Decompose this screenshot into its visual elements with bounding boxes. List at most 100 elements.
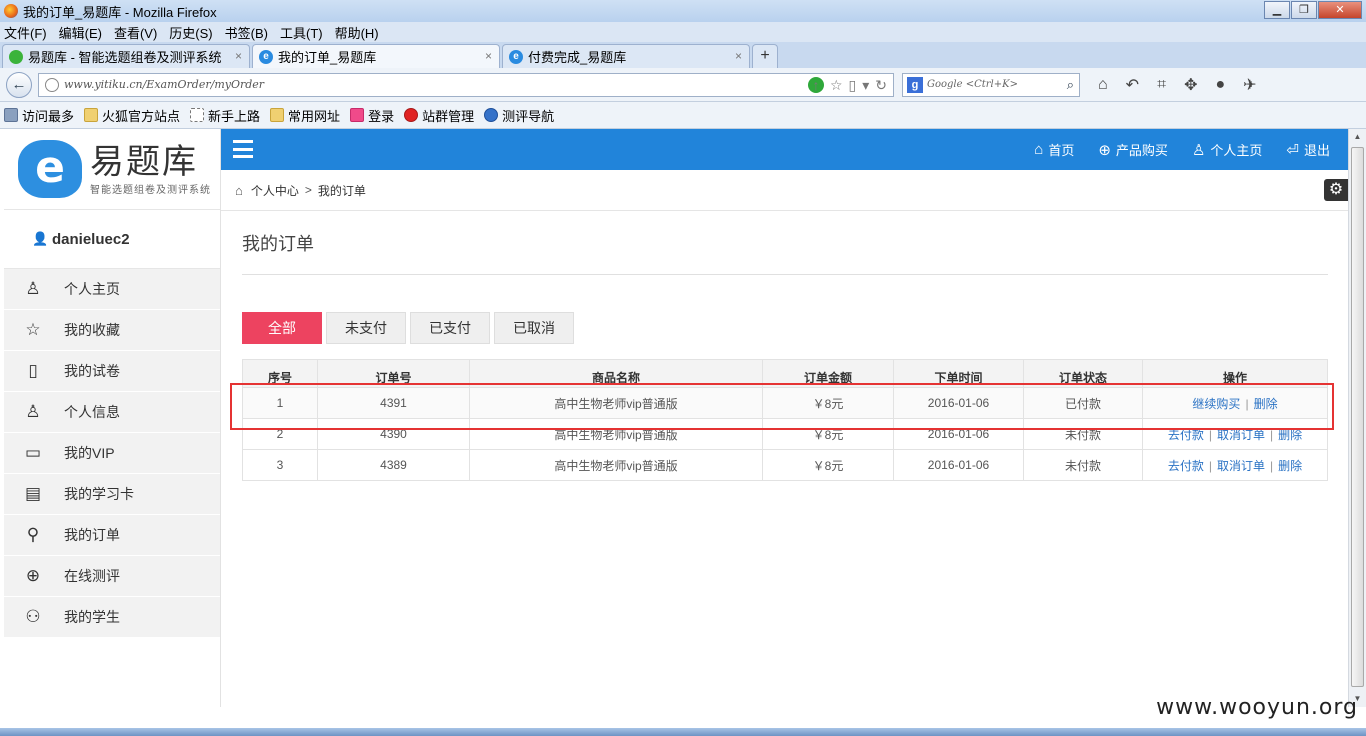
user-info: 👤 danieluec2 (4, 210, 220, 269)
tab-payment-complete[interactable]: e 付费完成_易题库 × (502, 44, 750, 68)
reload-icon[interactable]: ↻ (875, 77, 887, 94)
bookmark-firefox-official[interactable]: 火狐官方站点 (84, 106, 180, 125)
sidebar-menu: ♙ 个人主页 ☆ 我的收藏 ▯ 我的试卷 ♙ 个人信息 ▭ 我的VIP ▤ 我的学习卡 ⚲ 我… (4, 269, 220, 638)
site-logo[interactable]: e 易题库 智能选题组卷及测评系统 (4, 129, 220, 210)
sidebar-item-label: 我的学生 (64, 609, 120, 625)
globe-icon: ⊕ (25, 566, 41, 585)
cell-no: 3 (242, 449, 318, 481)
sidebar-item-orders[interactable]: ⚲ 我的订单 (4, 515, 220, 556)
filter-all[interactable]: 全部 (242, 312, 322, 344)
tab-close-icon[interactable]: × (235, 49, 242, 63)
nav-profile-link[interactable]: ♙ 个人主页 (1192, 140, 1262, 159)
site-top-nav: ⌂ 首页 ⊕ 产品购买 ♙ 个人主页 ⏎ 退出 (221, 129, 1348, 170)
delete-link[interactable]: 删除 (1278, 459, 1302, 473)
bookmarks-toolbar: 访问最多 火狐官方站点 新手上路 常用网址 登录 站群管理 测评导航 (0, 102, 1366, 129)
bookmark-eval-nav[interactable]: 测评导航 (484, 106, 554, 125)
extension-icon[interactable]: ✈ (1243, 75, 1256, 95)
sidebar-item-papers[interactable]: ▯ 我的试卷 (4, 351, 220, 392)
breadcrumb: ⌂ 个人中心 > 我的订单 (221, 170, 1348, 211)
weibo-icon (404, 108, 419, 122)
url-text: www.yitiku.cn/ExamOrder/myOrder (64, 78, 265, 91)
nav-logout-link[interactable]: ⏎ 退出 (1286, 140, 1330, 159)
scroll-up-icon[interactable]: ▲ (1349, 129, 1366, 145)
maximize-button[interactable]: ❐ (1291, 1, 1317, 19)
bookmark-most-visited[interactable]: 访问最多 (4, 106, 74, 125)
sidebar-item-favorites[interactable]: ☆ 我的收藏 (4, 310, 220, 351)
tab-my-orders[interactable]: e 我的订单_易题库 × (252, 44, 500, 68)
back-button[interactable]: ← (6, 71, 32, 98)
filter-unpaid[interactable]: 未支付 (326, 312, 406, 344)
menu-tools[interactable]: 工具(T) (280, 23, 323, 42)
home-icon[interactable]: ⌂ (1098, 76, 1108, 94)
user-icon: ♙ (25, 279, 41, 298)
bookmark-login[interactable]: 登录 (350, 106, 394, 125)
nav-link-label: 个人主页 (1210, 143, 1263, 158)
action-divider: | (1270, 458, 1274, 473)
logo-text: 易题库 智能选题组卷及测评系统 (90, 143, 211, 196)
menu-help[interactable]: 帮助(H) (335, 23, 379, 42)
addon-icon[interactable]: ✥ (1184, 75, 1197, 95)
menu-view[interactable]: 查看(V) (114, 23, 157, 42)
tab-close-icon[interactable]: × (735, 49, 742, 63)
minimize-button[interactable]: ▁ (1264, 1, 1290, 19)
menu-file[interactable]: 文件(F) (4, 23, 47, 42)
tab-label: 付费完成_易题库 (528, 50, 627, 65)
undo-icon[interactable]: ↶ (1126, 75, 1139, 95)
cancel-order-link[interactable]: 取消订单 (1217, 459, 1265, 473)
scrollbar-thumb[interactable] (1351, 147, 1364, 687)
tab-yitiku-home[interactable]: 易题库 - 智能选题组卷及测评系统 × (2, 44, 250, 68)
login-icon (350, 108, 365, 122)
url-bar[interactable]: www.yitiku.cn/ExamOrder/myOrder ↑ ☆ ▯ ▾ … (38, 72, 894, 97)
sidebar-item-online-eval[interactable]: ⊕ 在线测评 (4, 556, 220, 597)
window-controls: ▁ ❐ ✕ (1263, 1, 1362, 19)
table-row: 3 4389 高中生物老师vip普通版 ￥8元 2016-01-06 未付款 去… (242, 449, 1328, 481)
crop-icon[interactable]: ⌗ (1157, 76, 1166, 94)
menu-toggle-icon[interactable] (233, 140, 253, 158)
sidebar-item-homepage[interactable]: ♙ 个人主页 (4, 269, 220, 310)
logo-name: 易题库 (90, 142, 198, 181)
bookmark-site-admin[interactable]: 站群管理 (404, 106, 474, 125)
menu-bookmarks[interactable]: 书签(B) (225, 23, 268, 42)
nav-home-link[interactable]: ⌂ 首页 (1034, 140, 1074, 159)
sidebar-item-study-card[interactable]: ▤ 我的学习卡 (4, 474, 220, 515)
tab-bar: 易题库 - 智能选题组卷及测评系统 × e 我的订单_易题库 × e 付费完成_… (0, 42, 1366, 68)
tab-close-icon[interactable]: × (485, 49, 492, 63)
page-scrollbar[interactable]: ▲ ▼ (1348, 129, 1366, 707)
mobile-icon[interactable]: ▯ (849, 77, 857, 94)
nav-link-label: 产品购买 (1115, 143, 1168, 158)
order-filter-tabs: 全部 未支付 已支付 已取消 (242, 312, 1328, 344)
sidebar-item-students[interactable]: ⚇ 我的学生 (4, 597, 220, 638)
dropdown-icon[interactable]: ▾ (862, 77, 869, 94)
settings-gear-icon[interactable]: ⚙ (1324, 179, 1348, 201)
search-bar[interactable]: g Google <Ctrl+K> ⌕ (902, 72, 1080, 97)
filter-cancelled[interactable]: 已取消 (494, 312, 574, 344)
sidebar-item-profile[interactable]: ♙ 个人信息 (4, 392, 220, 433)
menu-edit[interactable]: 编辑(E) (59, 23, 102, 42)
bookmark-getting-started[interactable]: 新手上路 (190, 106, 260, 125)
logout-icon: ⏎ (1286, 141, 1299, 159)
cell-product: 高中生物老师vip普通版 (469, 449, 763, 481)
close-button[interactable]: ✕ (1318, 1, 1362, 19)
new-tab-button[interactable]: + (752, 44, 778, 68)
chat-icon[interactable]: ● (1216, 76, 1226, 94)
nav-purchase-link[interactable]: ⊕ 产品购买 (1098, 140, 1168, 159)
card-icon: ▤ (24, 484, 42, 503)
top-nav-links: ⌂ 首页 ⊕ 产品购买 ♙ 个人主页 ⏎ 退出 (1034, 129, 1330, 170)
pay-link[interactable]: 去付款 (1168, 459, 1204, 473)
nav-link-label: 退出 (1303, 143, 1330, 158)
breadcrumb-personal-center[interactable]: 个人中心 (251, 182, 299, 199)
sidebar-item-label: 我的试卷 (64, 363, 120, 379)
bookmark-star-icon[interactable]: ☆ (830, 77, 843, 94)
search-icon[interactable]: ⌕ (1067, 77, 1074, 93)
annotation-highlight-box (230, 383, 1334, 430)
bookmark-label: 登录 (368, 108, 395, 124)
cell-status: 未付款 (1023, 449, 1143, 481)
paper-icon: ▯ (28, 361, 38, 380)
menu-history[interactable]: 历史(S) (169, 23, 212, 42)
bookmark-common-sites[interactable]: 常用网址 (270, 106, 340, 125)
google-icon[interactable]: g (907, 76, 923, 93)
go-icon[interactable]: ↑ (807, 77, 824, 93)
sidebar-item-vip[interactable]: ▭ 我的VIP (4, 433, 220, 474)
filter-paid[interactable]: 已支付 (410, 312, 490, 344)
home-icon[interactable]: ⌂ (235, 183, 243, 198)
